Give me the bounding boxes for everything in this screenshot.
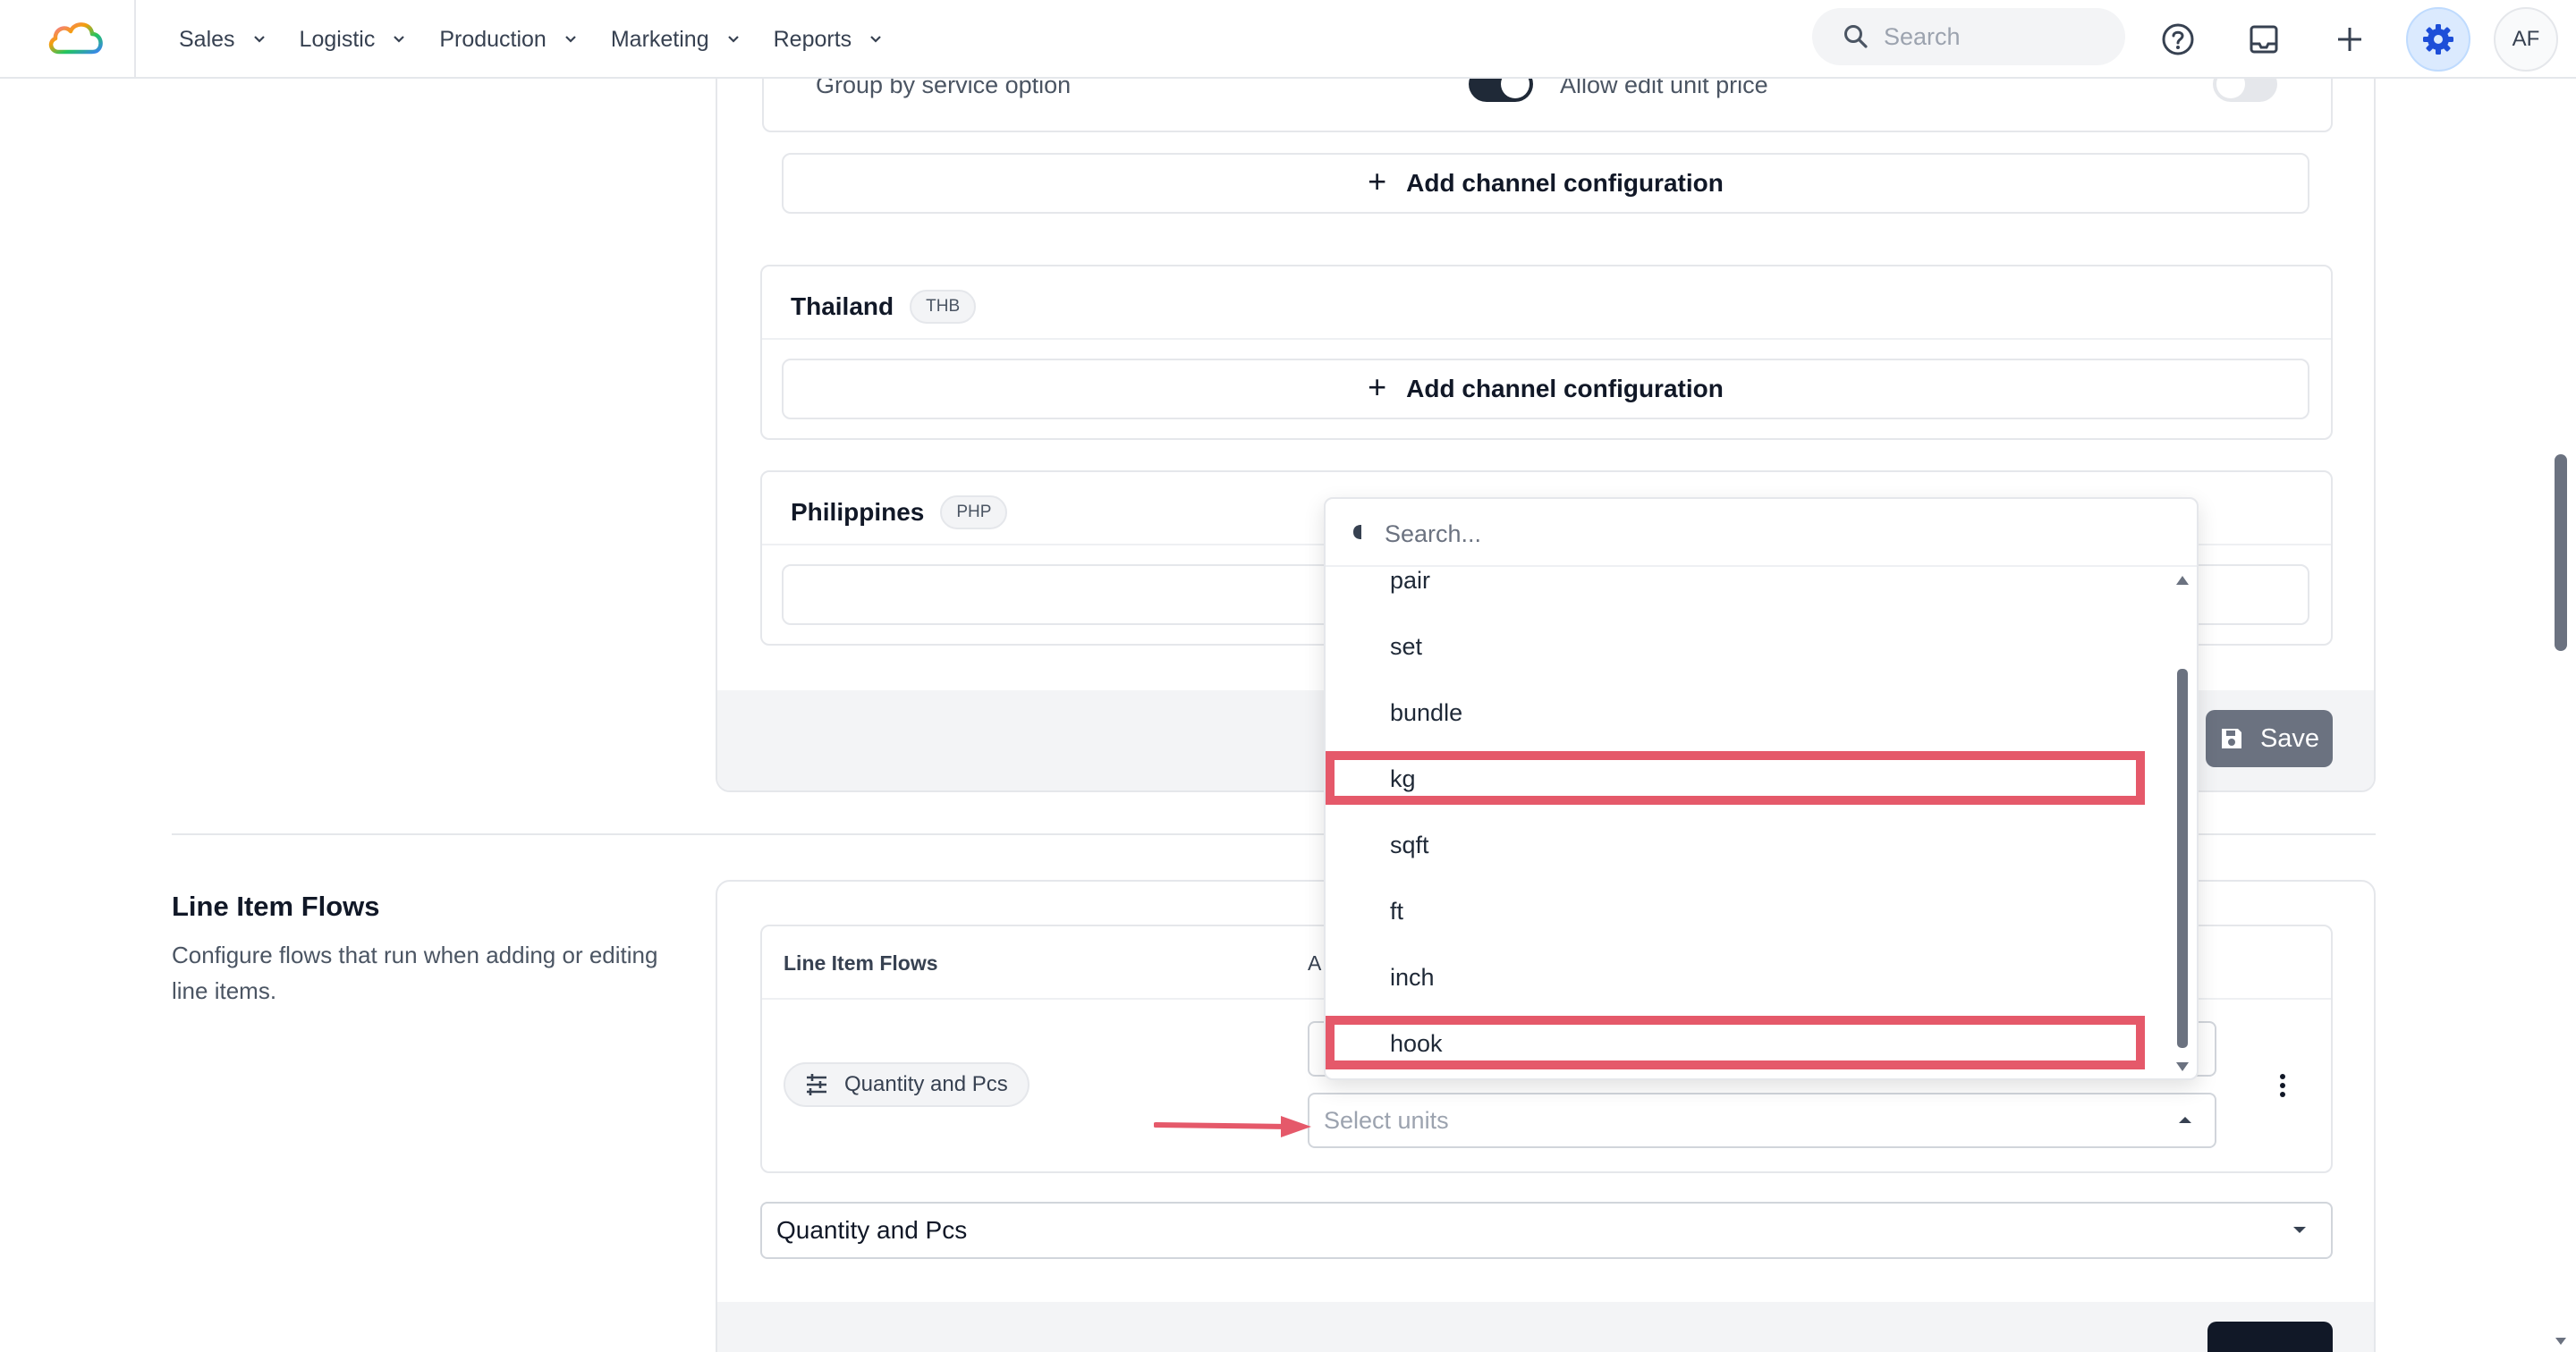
main-nav: Sales Logistic Production Marketing Repo… <box>179 0 916 79</box>
search-cursor-icon <box>1353 525 1361 539</box>
add-channel-label: Add channel configuration <box>1406 169 1724 197</box>
plus-icon: + <box>1368 368 1387 405</box>
flow-select[interactable]: Quantity and Pcs <box>760 1202 2333 1259</box>
gear-icon <box>2423 24 2453 55</box>
scroll-down-arrow-icon <box>2176 1062 2189 1071</box>
nav-item-sales[interactable]: Sales <box>179 27 267 53</box>
help-circle-icon <box>2162 23 2194 55</box>
plus-icon: + <box>1368 163 1387 199</box>
card-footer <box>717 1302 2374 1352</box>
nav-item-label: Marketing <box>610 26 709 52</box>
currency-badge: THB <box>910 290 977 324</box>
country-header: Thailand THB <box>791 290 977 324</box>
plus-icon <box>2338 28 2361 51</box>
nav-item-production[interactable]: Production <box>439 27 579 53</box>
flow-chip-label: Quantity and Pcs <box>844 1072 1008 1096</box>
section-description: Configure flows that run when adding or … <box>172 942 658 1004</box>
dropdown-option[interactable]: bundle <box>1390 699 1462 727</box>
global-search-input[interactable]: Search <box>1812 8 2125 65</box>
scroll-up-arrow-icon <box>2176 576 2189 585</box>
user-avatar[interactable]: AF <box>2494 7 2558 72</box>
flow-chip: Quantity and Pcs <box>784 1062 1030 1107</box>
chevron-down-icon <box>253 36 265 43</box>
country-name: Philippines <box>791 498 925 526</box>
country-header: Philippines PHP <box>791 495 1008 529</box>
nav-item-reports[interactable]: Reports <box>774 27 885 53</box>
nav-item-label: Production <box>439 26 547 52</box>
page-scrollbar-thumb[interactable] <box>2555 454 2567 651</box>
dropdown-scrollbar-thumb[interactable] <box>2177 669 2188 1048</box>
dropdown-search-input[interactable]: Search... <box>1326 499 2197 567</box>
avatar-initials: AF <box>2512 27 2540 51</box>
settings-button[interactable] <box>2406 7 2470 72</box>
nav-item-marketing[interactable]: Marketing <box>611 27 741 53</box>
add-channel-configuration-button[interactable]: + Add channel configuration <box>782 153 2309 214</box>
section-title: Line Item Flows <box>172 891 380 922</box>
dropdown-option[interactable]: sqft <box>1390 832 1429 859</box>
caret-down-icon <box>2293 1227 2306 1233</box>
more-vertical-icon[interactable] <box>2279 1073 2286 1098</box>
save-button[interactable]: Save <box>2206 710 2333 767</box>
flow-select-value: Quantity and Pcs <box>776 1216 968 1244</box>
logo-divider <box>134 0 136 79</box>
nav-item-label: Sales <box>179 26 235 52</box>
add-channel-configuration-button[interactable]: + Add channel configuration <box>782 359 2309 419</box>
chevron-down-icon <box>870 36 881 43</box>
country-name: Thailand <box>791 292 894 320</box>
caret-up-icon <box>2179 1117 2191 1123</box>
page-scroll-down-arrow-icon[interactable] <box>2555 1336 2567 1347</box>
top-navbar: Sales Logistic Production Marketing Repo… <box>0 0 2576 79</box>
inbox-button[interactable] <box>2236 12 2292 67</box>
chevron-down-icon <box>727 36 739 43</box>
app-page: Sales Logistic Production Marketing Repo… <box>0 0 2576 1352</box>
inbox-tray-icon <box>2250 25 2278 54</box>
nav-item-label: Reports <box>773 26 852 52</box>
divider <box>762 338 2331 340</box>
column-header-second: A <box>1308 951 1322 975</box>
save-button-partial[interactable] <box>2207 1322 2333 1352</box>
dropdown-option[interactable]: inch <box>1390 964 1435 992</box>
dropdown-option[interactable]: pair <box>1390 567 1430 595</box>
select-units-dropdown[interactable]: Select units <box>1308 1093 2216 1148</box>
highlight-box-hook <box>1326 1016 2145 1069</box>
create-new-button[interactable] <box>2322 12 2377 67</box>
dropdown-option[interactable]: set <box>1390 633 1422 661</box>
chevron-down-icon <box>565 36 576 43</box>
sliders-icon <box>807 1074 826 1095</box>
add-channel-label: Add channel configuration <box>1406 375 1724 402</box>
currency-badge: PHP <box>940 495 1008 529</box>
annotation-arrow-icon <box>1154 1116 1311 1137</box>
help-button[interactable] <box>2150 12 2206 67</box>
app-logo-icon[interactable] <box>47 14 106 59</box>
chevron-down-icon <box>394 36 405 43</box>
search-icon <box>1844 25 1868 48</box>
nav-item-logistic[interactable]: Logistic <box>300 27 408 53</box>
save-disk-icon <box>2221 729 2241 748</box>
select-units-placeholder: Select units <box>1324 1106 1449 1134</box>
save-label: Save <box>2259 723 2320 753</box>
dropdown-search-placeholder: Search... <box>1385 520 1482 547</box>
highlight-box-kg <box>1326 751 2145 805</box>
dropdown-option[interactable]: ft <box>1390 898 1403 925</box>
search-placeholder: Search <box>1884 22 1961 50</box>
column-header-flows: Line Item Flows <box>784 951 938 975</box>
nav-item-label: Logistic <box>299 26 376 52</box>
